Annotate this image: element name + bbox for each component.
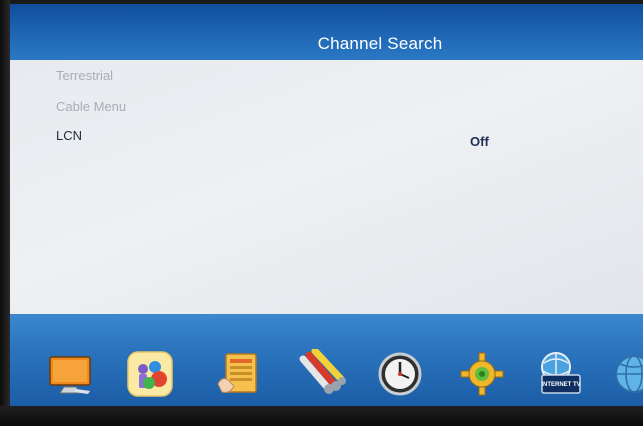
clock-icon[interactable] [374, 348, 426, 400]
settings-gear-icon[interactable] [456, 348, 508, 400]
tv-bezel-bottom [0, 406, 643, 426]
menu-item-cable-menu: Cable Menu [56, 99, 127, 114]
tv-screen: Channel Search Terrestrial Cable Menu LC… [10, 4, 643, 406]
media-icon[interactable] [124, 348, 176, 400]
menu-item-terrestrial: Terrestrial [56, 68, 114, 83]
av-cables-icon[interactable] [296, 348, 348, 400]
internet-tv-icon[interactable]: INTERNET TV [534, 348, 586, 400]
globe-icon[interactable] [608, 348, 643, 400]
settings-panel: Terrestrial Cable Menu LCN Off [10, 60, 643, 314]
lcn-value[interactable]: Off [470, 134, 489, 149]
tv-monitor-icon[interactable] [44, 348, 96, 400]
main-menu-dock: INTERNET TV [10, 314, 643, 406]
page-title: Channel Search [317, 34, 443, 53]
internet-tv-label: INTERNET TV [541, 382, 580, 388]
title-bar: Channel Search [10, 4, 643, 60]
tv-bezel-left [0, 0, 10, 426]
menu-item-lcn[interactable]: LCN [56, 128, 82, 143]
program-guide-icon[interactable] [212, 348, 264, 400]
